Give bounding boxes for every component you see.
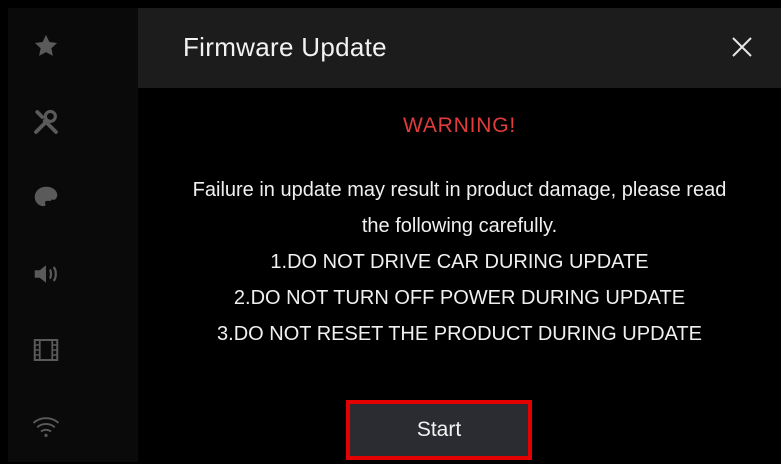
dialog-body: WARNING! Failure in update may result in… bbox=[138, 88, 781, 462]
message-line: Failure in update may result in product … bbox=[192, 179, 727, 201]
star-icon bbox=[31, 31, 61, 61]
speaker-icon bbox=[31, 259, 61, 289]
app-frame: Firmware Update WARNING! Failure in upda… bbox=[8, 8, 781, 462]
sidebar-item-audio[interactable] bbox=[8, 236, 138, 312]
film-icon bbox=[31, 335, 61, 365]
sidebar-item-wifi[interactable] bbox=[8, 388, 138, 464]
wifi-icon bbox=[31, 411, 61, 441]
sidebar-item-settings[interactable] bbox=[8, 84, 138, 160]
dialog-header: Firmware Update bbox=[138, 8, 781, 88]
close-button[interactable] bbox=[725, 30, 759, 64]
close-icon bbox=[732, 37, 752, 57]
message-line: 3.DO NOT RESET THE PRODUCT DURING UPDATE bbox=[217, 323, 702, 345]
sidebar-item-favorites[interactable] bbox=[8, 8, 138, 84]
palette-icon bbox=[31, 183, 61, 213]
dialog-title: Firmware Update bbox=[183, 32, 387, 62]
warning-heading: WARNING! bbox=[403, 114, 516, 137]
message-line: 1.DO NOT DRIVE CAR DURING UPDATE bbox=[270, 251, 649, 273]
sidebar bbox=[8, 8, 138, 462]
sidebar-item-theme[interactable] bbox=[8, 160, 138, 236]
sidebar-item-video[interactable] bbox=[8, 312, 138, 388]
message-line: the following carefully. bbox=[361, 215, 558, 237]
warning-message: Failure in update may result in product … bbox=[138, 172, 781, 352]
tools-icon bbox=[31, 107, 61, 137]
start-button[interactable]: Start bbox=[346, 400, 532, 460]
message-line: 2.DO NOT TURN OFF POWER DURING UPDATE bbox=[233, 287, 686, 309]
